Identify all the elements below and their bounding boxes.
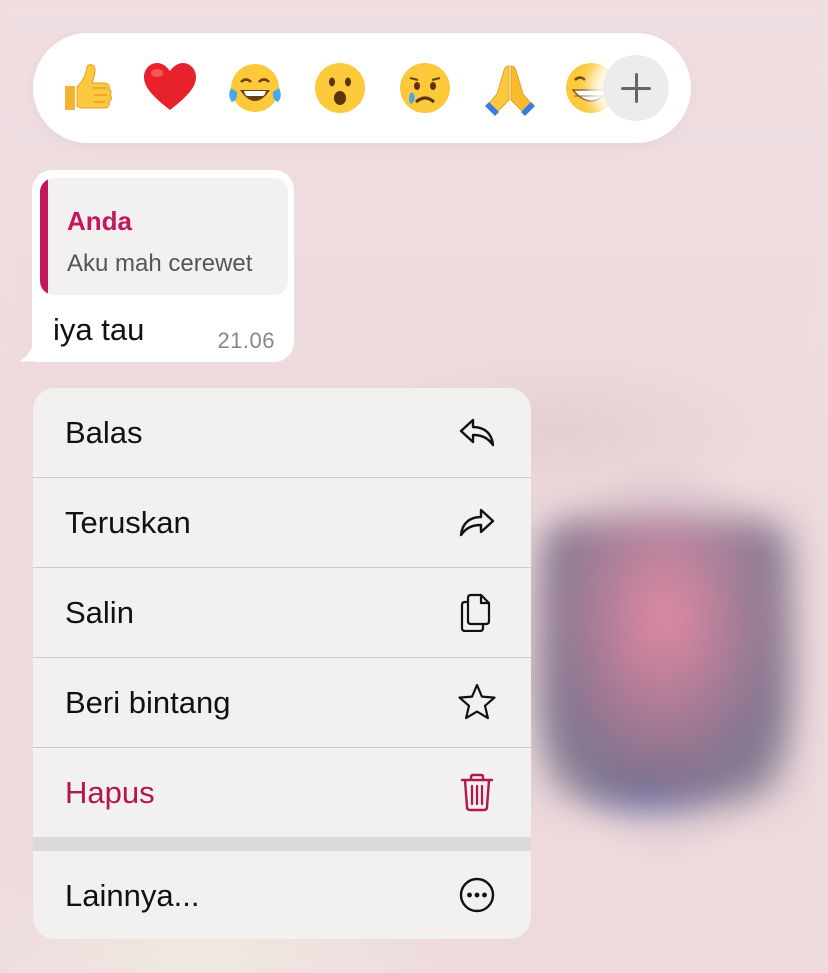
menu-item-label: Salin [65, 595, 134, 630]
context-menu: Balas Teruskan Salin Beri bintang Hapus [33, 388, 531, 939]
menu-item-label: Hapus [65, 775, 155, 810]
message-bubble[interactable]: Anda Aku mah cerewet iya tau 21.06 [32, 170, 294, 362]
menu-item-star[interactable]: Beri bintang [33, 658, 531, 747]
menu-item-label: Balas [65, 415, 143, 450]
thumbs-up-emoji[interactable] [57, 60, 113, 116]
menu-item-label: Beri bintang [65, 685, 231, 720]
quoted-message[interactable]: Anda Aku mah cerewet [40, 178, 288, 295]
copy-icon [460, 593, 491, 632]
star-icon [458, 683, 496, 720]
menu-item-label: Teruskan [65, 505, 191, 540]
menu-item-reply[interactable]: Balas [33, 388, 531, 477]
message-timestamp: 21.06 [217, 328, 275, 353]
quote-accent-bar [40, 178, 48, 295]
forward-icon [459, 508, 495, 537]
more-reactions-button[interactable] [603, 55, 669, 121]
red-heart-emoji[interactable] [142, 60, 198, 116]
reaction-bar [33, 33, 691, 143]
menu-item-more[interactable]: Lainnya... [33, 851, 531, 939]
blurred-background-image [540, 520, 790, 800]
quote-author: Anda [67, 206, 132, 236]
message-text: iya tau [53, 312, 145, 347]
crying-emoji[interactable] [397, 60, 453, 116]
menu-item-label: Lainnya... [65, 878, 200, 913]
menu-item-forward[interactable]: Teruskan [33, 478, 531, 567]
menu-item-delete[interactable]: Hapus [33, 748, 531, 837]
menu-item-copy[interactable]: Salin [33, 568, 531, 657]
trash-icon [460, 773, 494, 812]
surprised-emoji[interactable] [312, 60, 368, 116]
menu-group-divider [33, 837, 531, 851]
folded-hands-emoji[interactable] [482, 60, 538, 116]
quote-text: Aku mah cerewet [67, 250, 253, 277]
tears-of-joy-emoji[interactable] [227, 60, 283, 116]
more-icon [459, 877, 495, 913]
reply-icon [459, 418, 495, 447]
